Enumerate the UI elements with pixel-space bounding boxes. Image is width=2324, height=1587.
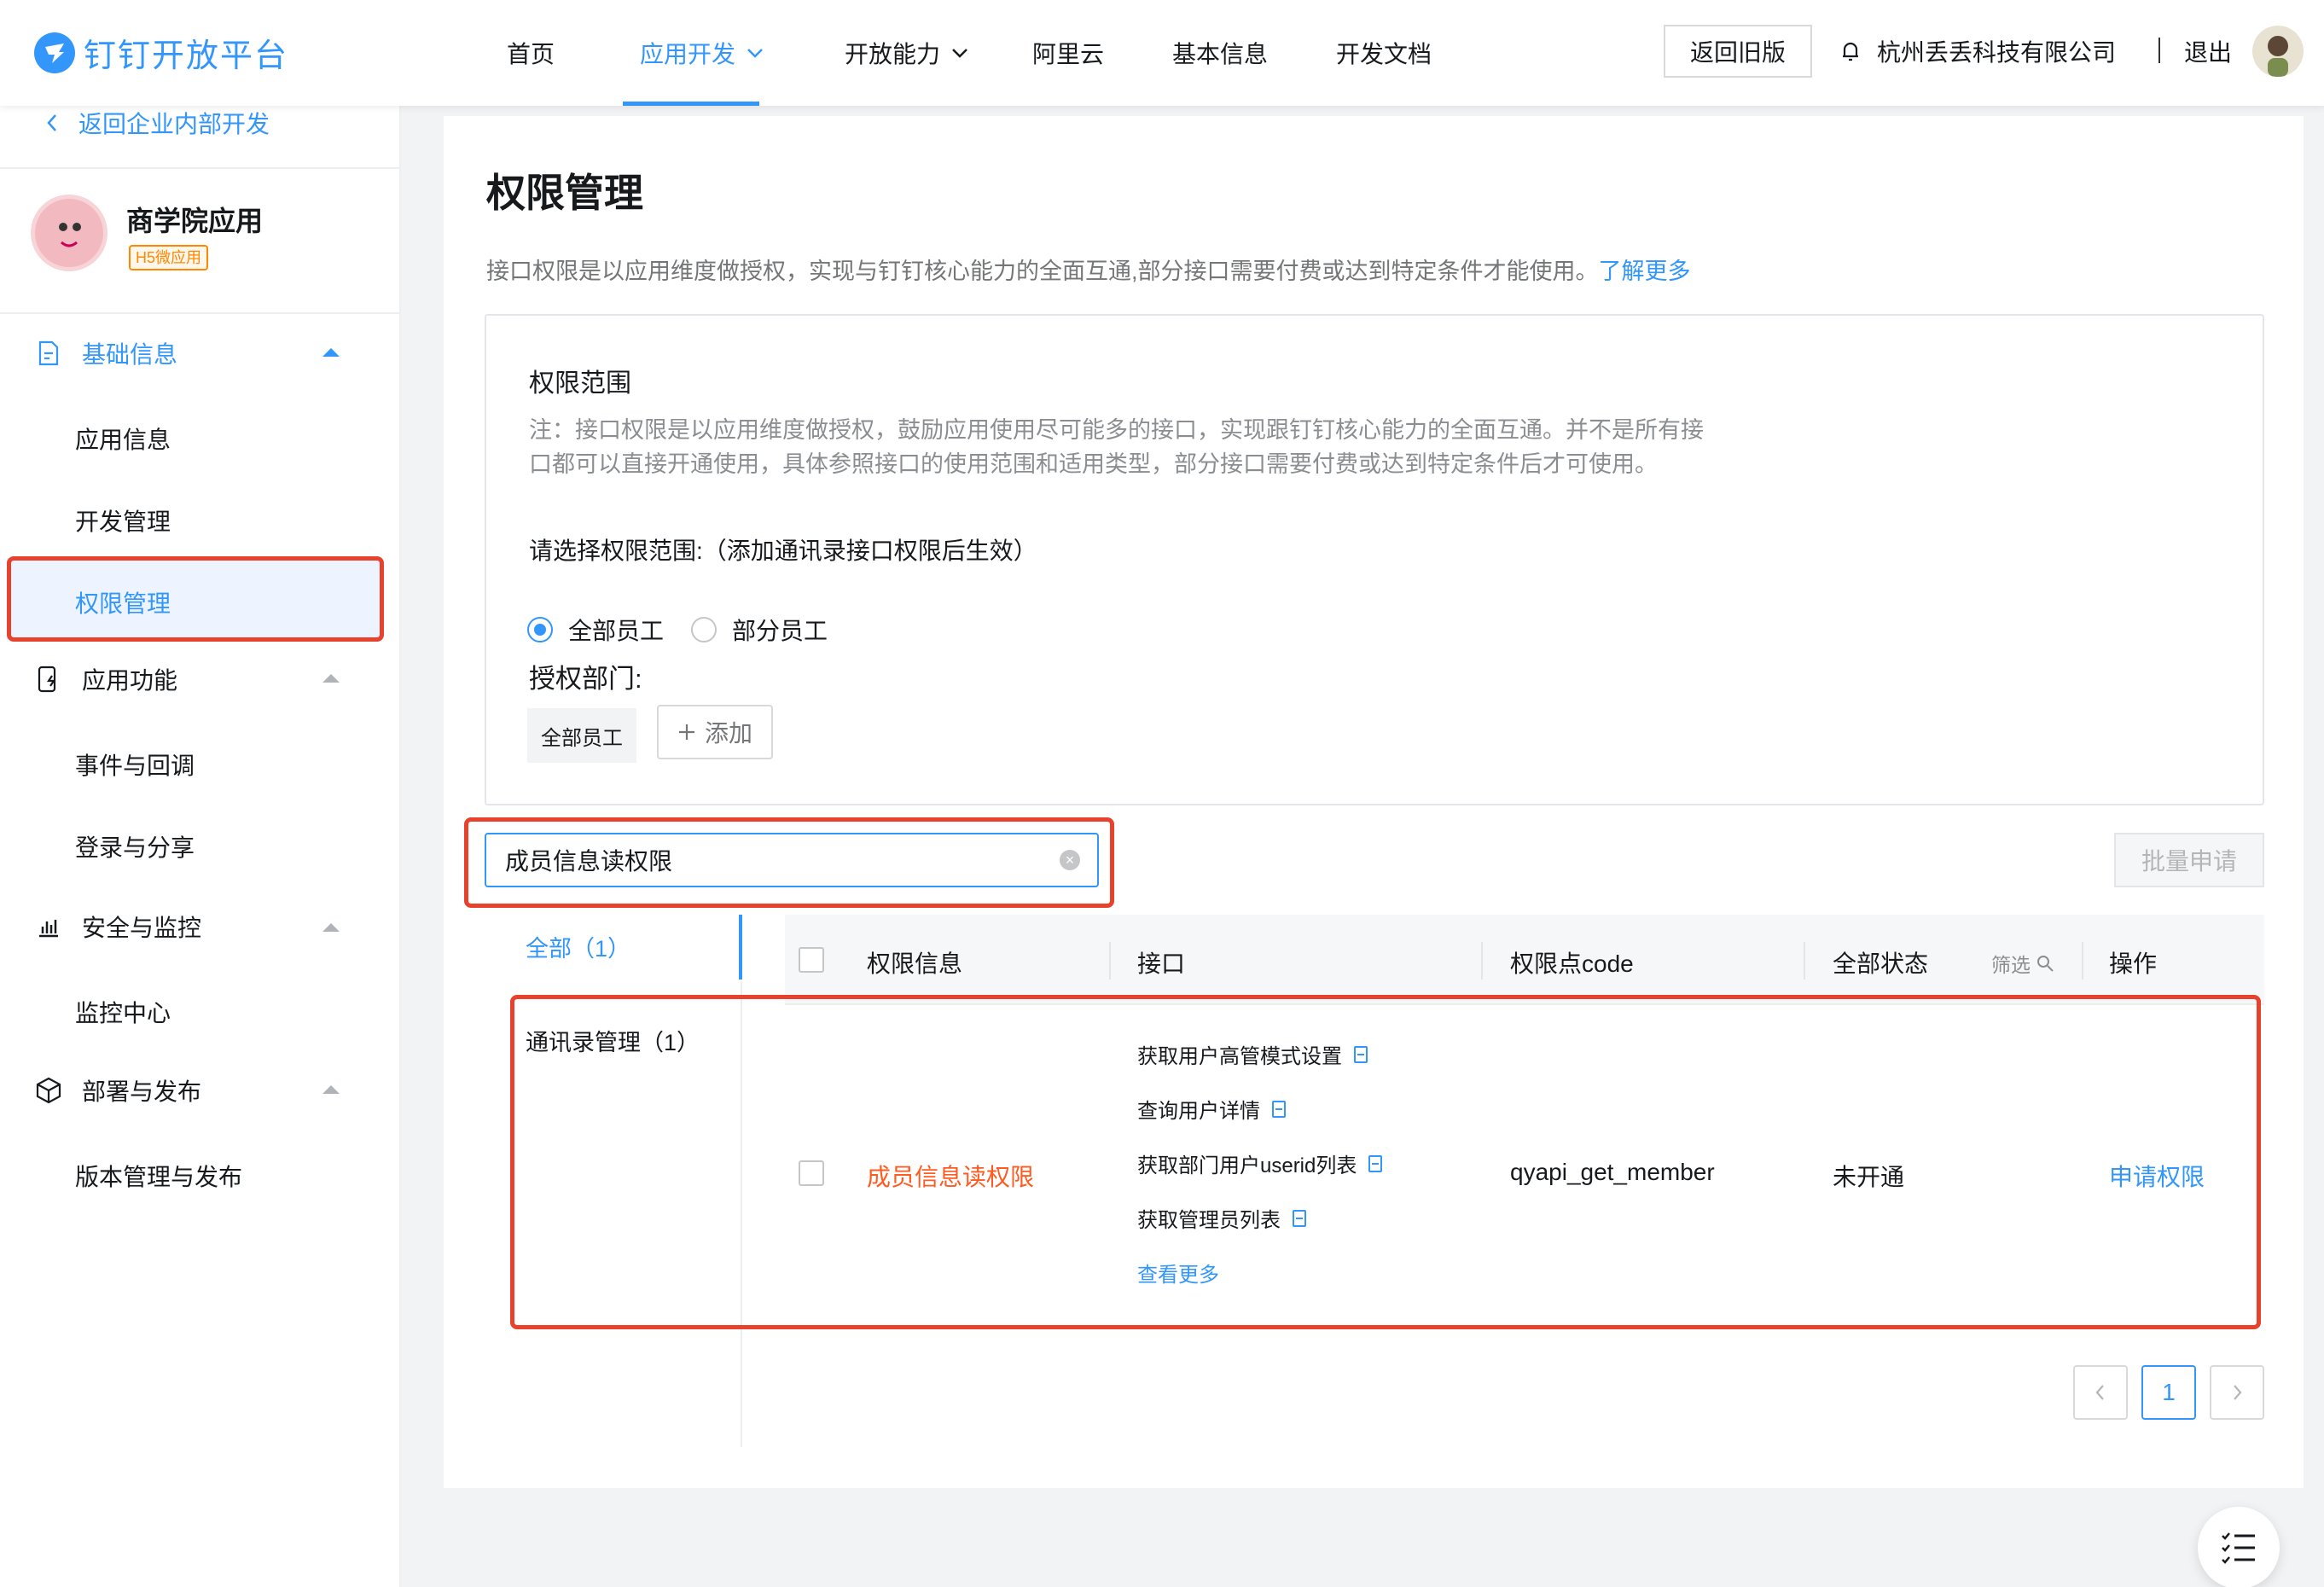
nav-active-underline (623, 102, 759, 106)
menu-item-app-info[interactable]: 应用信息 (75, 421, 171, 456)
menu-group-basic-info[interactable]: 基础信息 (34, 336, 177, 370)
learn-more-link[interactable]: 了解更多 (1599, 259, 1691, 284)
app-type-badge: H5微应用 (129, 245, 209, 270)
page-number[interactable]: 1 (2141, 1365, 2196, 1420)
next-page-button[interactable] (2210, 1365, 2264, 1420)
nav-basic-info[interactable]: 基本信息 (1172, 0, 1268, 106)
menu-item-events-callback[interactable]: 事件与回调 (75, 747, 195, 782)
column-header-status: 全部状态 (1833, 950, 1929, 977)
scope-title: 权限范围 (529, 369, 631, 398)
nav-home[interactable]: 首页 (507, 0, 555, 106)
chevron-left-icon (2095, 1385, 2104, 1400)
bell-icon (1843, 42, 1858, 61)
nav-open-ability-label: 开放能力 (845, 41, 941, 67)
radio-unchecked-icon (691, 617, 717, 642)
menu-group-label: 安全与监控 (82, 915, 202, 941)
top-bar: 钉钉开放平台 首页 应用开发 开放能力 阿里云 基本信息 开发文档 返回旧版 杭… (0, 0, 2324, 106)
scope-note: 注：接口权限是以应用维度做授权，鼓励应用使用尽可能多的接口，实现跟钉钉核心能力的… (529, 417, 1704, 477)
caret-up-icon[interactable] (322, 348, 340, 357)
column-header-action: 操作 (2109, 950, 2158, 977)
bar-chart-icon (34, 912, 63, 941)
category-active-indicator (739, 915, 742, 980)
logo[interactable]: 钉钉开放平台 (34, 29, 288, 76)
select-all-checkbox[interactable] (799, 947, 824, 973)
column-header-code: 权限点code (1510, 950, 1634, 977)
old-version-button[interactable]: 返回旧版 (1664, 25, 1812, 78)
dept-tag: 全部员工 (527, 708, 636, 763)
add-dept-label: 添加 (704, 720, 752, 747)
task-list-button[interactable] (2198, 1507, 2280, 1587)
cube-icon (34, 1076, 63, 1105)
highlight-box-menu (7, 556, 384, 642)
menu-group-app-features[interactable]: 应用功能 (34, 662, 177, 696)
column-divider (1804, 942, 1805, 980)
column-divider (2082, 942, 2083, 980)
radio-checked-icon (527, 617, 553, 642)
menu-item-monitor-center[interactable]: 监控中心 (75, 995, 171, 1029)
logo-text: 钉钉开放平台 (84, 38, 289, 74)
menu-group-label: 部署与发布 (82, 1078, 202, 1105)
sidebar: 返回企业内部开发 商学院应用 H5微应用 基础信息 应用信息 开发管理 权限管理… (0, 106, 401, 1587)
header-divider (2158, 38, 2160, 63)
checklist-icon (2222, 1532, 2255, 1564)
column-divider (1481, 942, 1483, 980)
chevron-down-icon (747, 49, 763, 58)
company-name: 杭州丢丢科技有限公司 (1877, 39, 2117, 66)
nav-aliyun[interactable]: 阿里云 (1032, 0, 1104, 106)
highlight-box-row (510, 995, 2261, 1329)
nav-app-dev[interactable]: 应用开发 (640, 0, 764, 106)
highlight-box-search (464, 817, 1114, 908)
company-switcher[interactable]: 杭州丢丢科技有限公司 (1839, 34, 2116, 68)
radio-label: 部分员工 (732, 618, 828, 644)
app-feature-icon (34, 665, 63, 694)
dept-label: 授权部门: (529, 664, 642, 694)
chevron-down-icon (952, 49, 967, 58)
page-title: 权限管理 (486, 171, 643, 215)
menu-item-version-publish[interactable]: 版本管理与发布 (75, 1159, 242, 1193)
logout-link[interactable]: 退出 (2184, 34, 2232, 68)
menu-group-security-monitor[interactable]: 安全与监控 (34, 910, 201, 944)
batch-apply-button[interactable]: 批量申请 (2114, 833, 2264, 887)
caret-up-icon[interactable] (322, 674, 340, 683)
nav-open-ability[interactable]: 开放能力 (845, 0, 969, 106)
nav-app-dev-label: 应用开发 (640, 41, 736, 67)
caret-up-icon[interactable] (322, 923, 340, 932)
divider (0, 167, 401, 169)
chevron-right-icon (2234, 1385, 2242, 1400)
menu-item-login-share[interactable]: 登录与分享 (75, 829, 195, 863)
nav-docs[interactable]: 开发文档 (1336, 0, 1432, 106)
user-avatar[interactable] (2252, 26, 2304, 77)
radio-label: 全部员工 (568, 618, 665, 644)
radio-part-staff[interactable]: 部分员工 (691, 613, 828, 647)
dingtalk-logo-icon (34, 32, 75, 73)
document-icon (34, 339, 63, 368)
column-header-api: 接口 (1137, 950, 1186, 977)
menu-group-label: 应用功能 (82, 667, 178, 694)
column-divider (1109, 942, 1111, 980)
back-link-label: 返回企业内部开发 (78, 111, 270, 137)
search-icon (2037, 956, 2054, 972)
menu-group-label: 基础信息 (82, 341, 178, 368)
divider (0, 312, 401, 314)
menu-group-deploy-publish[interactable]: 部署与发布 (34, 1073, 201, 1107)
plus-icon (678, 724, 694, 740)
app-avatar (31, 195, 107, 271)
caret-up-icon[interactable] (322, 1085, 340, 1094)
back-link[interactable]: 返回企业内部开发 (44, 106, 270, 140)
radio-all-staff[interactable]: 全部员工 (527, 613, 664, 647)
status-filter[interactable]: 筛选 (1991, 949, 2054, 978)
scope-prompt: 请选择权限范围:（添加通讯录接口权限后生效） (529, 538, 1037, 564)
page-description-text: 接口权限是以应用维度做授权，实现与钉钉核心能力的全面互通,部分接口需要付费或达到… (486, 259, 1599, 284)
category-all[interactable]: 全部（1） (526, 930, 630, 963)
chevron-left-icon (47, 114, 56, 131)
menu-item-dev-manage[interactable]: 开发管理 (75, 503, 171, 538)
add-dept-button[interactable]: 添加 (657, 705, 773, 759)
app-name: 商学院应用 (126, 206, 264, 236)
column-header-perm-info: 权限信息 (867, 950, 963, 977)
prev-page-button[interactable] (2073, 1365, 2128, 1420)
page-description: 接口权限是以应用维度做授权，实现与钉钉核心能力的全面互通,部分接口需要付费或达到… (486, 253, 1691, 286)
filter-label: 筛选 (1991, 954, 2031, 976)
